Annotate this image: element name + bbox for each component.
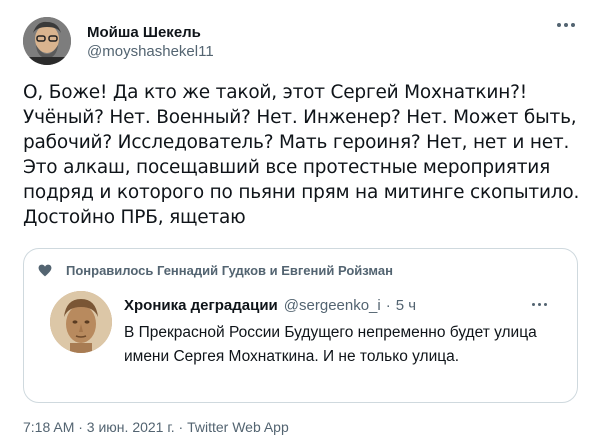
liked-by-text[interactable]: Понравилось Геннадий Гудков и Евгений Ро… — [66, 263, 393, 278]
quoted-tweet-card[interactable]: Понравилось Геннадий Гудков и Евгений Ро… — [23, 248, 578, 403]
quoted-tweet-text: В Прекрасной России Будущего непременно … — [124, 324, 537, 365]
author-name[interactable]: Мойша Шекель — [87, 24, 201, 41]
more-icon — [532, 303, 535, 306]
tweet-more-button[interactable] — [557, 14, 583, 32]
separator-dot: · — [385, 297, 391, 314]
liked-by-row: Понравилось Геннадий Гудков и Евгений Ро… — [38, 263, 393, 278]
more-icon — [557, 23, 561, 27]
quoted-author-avatar[interactable] — [50, 291, 112, 353]
tweet-text: О, Боже! Да кто же такой, этот Сергей Мо… — [23, 82, 580, 228]
quoted-author-name[interactable]: Хроника деградации — [124, 297, 278, 314]
heart-icon — [38, 264, 52, 277]
author-handle[interactable]: @moyshashekel11 — [87, 43, 214, 60]
quoted-time[interactable]: 5 ч — [396, 297, 416, 314]
quoted-header: Хроника деградации @sergeenko_i · 5 ч — [124, 297, 416, 314]
quoted-more-button[interactable] — [532, 303, 554, 309]
quoted-author-handle[interactable]: @sergeenko_i — [284, 297, 381, 314]
author-avatar[interactable] — [23, 17, 71, 65]
tweet-meta[interactable]: 7:18 AM · 3 июн. 2021 г. · Twitter Web A… — [23, 419, 289, 435]
